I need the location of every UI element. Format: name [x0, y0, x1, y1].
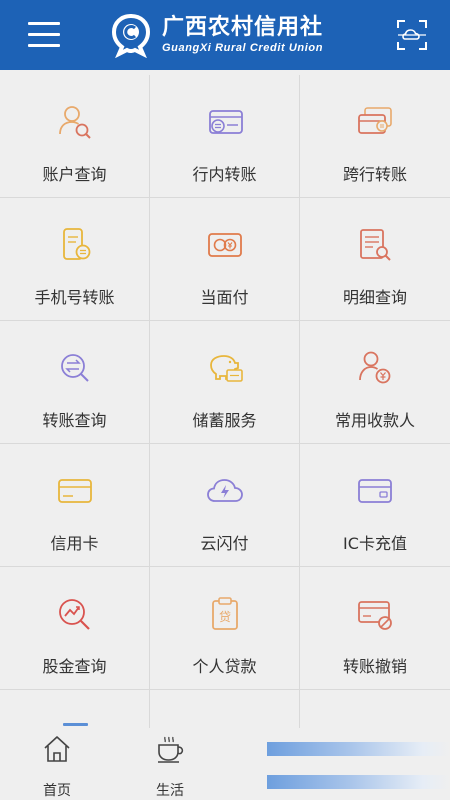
tab-home[interactable]: 首页 [27, 734, 87, 799]
service-ic-card[interactable]: IC卡充值 [300, 444, 450, 567]
service-row: 账户查询 行内转账 跨行转账 [0, 75, 450, 198]
tab-home-label: 首页 [43, 783, 71, 799]
service-label: 储蓄服务 [192, 411, 257, 430]
service-stock-query[interactable]: 股金查询 [0, 567, 150, 690]
home-icon [44, 736, 70, 762]
service-label: 跨行转账 [342, 165, 407, 184]
service-label: 股金查询 [42, 657, 107, 676]
tab-life[interactable]: 生活 [140, 734, 200, 799]
service-phone-transfer[interactable]: 手机号转账 [0, 198, 150, 321]
service-savings[interactable]: 储蓄服务 [150, 321, 300, 444]
service-quickpass[interactable]: 云闪付 [150, 444, 300, 567]
credit-union-logo-icon [111, 14, 151, 58]
brand-subtitle: GuangXi Rural Credit Union [162, 42, 324, 54]
stock-query-icon [59, 599, 90, 630]
service-account-query[interactable]: 账户查询 [0, 75, 150, 198]
service-interbank-transfer[interactable]: 跨行转账 [300, 75, 450, 198]
service-label: IC卡充值 [343, 534, 407, 553]
loan-icon: 贷 [212, 597, 238, 630]
transfer-cancel-icon [358, 601, 392, 630]
transfer-query-icon [61, 354, 89, 382]
service-label: 账户查询 [42, 165, 107, 184]
partial-cell [0, 690, 150, 730]
account-query-icon [59, 106, 91, 139]
service-grid: 账户查询 行内转账 跨行转账 手机号转账 当面付 明细查询 转账查询 储蓄服务 … [0, 75, 450, 690]
service-label: 手机号转账 [34, 288, 115, 307]
service-transfer-query[interactable]: 转账查询 [0, 321, 150, 444]
ic-card-icon [358, 479, 392, 503]
service-label: 个人贷款 [192, 657, 257, 676]
face-pay-icon [208, 233, 242, 257]
service-personal-loan[interactable]: 贷 个人贷款 [150, 567, 300, 690]
service-label: 云闪付 [200, 534, 249, 553]
scan-icon[interactable] [396, 19, 428, 51]
detail-query-icon [360, 229, 391, 261]
brand: 广西农村信用社 GuangXi Rural Credit Union [108, 11, 323, 59]
intrabank-transfer-icon [209, 110, 243, 134]
payee-icon [359, 351, 391, 384]
service-label: 行内转账 [192, 165, 257, 184]
service-credit-card[interactable]: 信用卡 [0, 444, 150, 567]
svg-text:贷: 贷 [219, 610, 231, 624]
service-row: 信用卡 云闪付 IC卡充值 [0, 444, 450, 567]
service-label: 当面付 [200, 288, 249, 307]
service-detail-query[interactable]: 明细查询 [300, 198, 450, 321]
service-row: 股金查询 贷 个人贷款 转账撤销 [0, 567, 450, 690]
service-payee[interactable]: 常用收款人 [300, 321, 450, 444]
coffee-cup-icon [158, 736, 184, 763]
service-face-pay[interactable]: 当面付 [150, 198, 300, 321]
credit-card-icon [58, 479, 92, 503]
service-intrabank-transfer[interactable]: 行内转账 [150, 75, 300, 198]
service-label: 转账撤销 [342, 657, 407, 676]
service-row: 手机号转账 当面付 明细查询 [0, 198, 450, 321]
quickpass-icon [207, 479, 243, 502]
service-row: 转账查询 储蓄服务 常用收款人 [0, 321, 450, 444]
bottom-tab-bar: 首页 生活 [0, 728, 450, 800]
service-transfer-cancel[interactable]: 转账撤销 [300, 567, 450, 690]
partial-cell [150, 690, 300, 730]
brand-title: 广西农村信用社 [162, 15, 324, 40]
service-label: 明细查询 [342, 288, 407, 307]
partial-service-row [0, 690, 450, 730]
service-label: 信用卡 [50, 534, 99, 553]
phone-transfer-icon [63, 228, 91, 260]
tab-life-label: 生活 [156, 783, 184, 799]
blurred-tab-placeholder [267, 742, 450, 756]
service-label: 转账查询 [42, 411, 107, 430]
active-indicator [63, 723, 88, 726]
blurred-tab-placeholder [267, 775, 450, 789]
service-label: 常用收款人 [334, 411, 415, 430]
savings-icon [210, 355, 243, 382]
menu-icon [28, 22, 60, 25]
interbank-transfer-icon [358, 107, 392, 134]
menu-button[interactable] [28, 18, 60, 52]
app-header: 广西农村信用社 GuangXi Rural Credit Union [0, 0, 450, 70]
